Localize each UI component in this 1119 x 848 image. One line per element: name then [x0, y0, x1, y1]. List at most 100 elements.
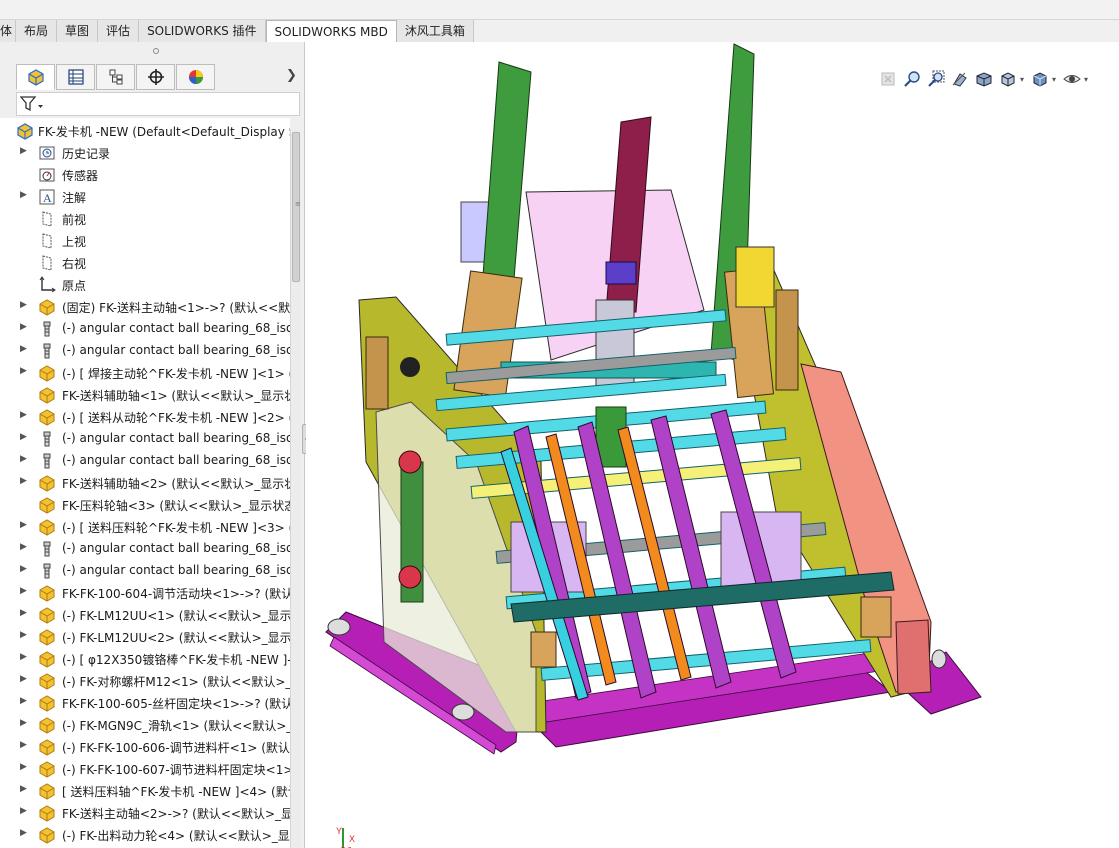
tree-item[interactable]: ▶ 历史记录: [0, 142, 290, 164]
expand-arrow-icon[interactable]: ▶: [20, 454, 28, 464]
expand-arrow-icon[interactable]: ▶: [20, 410, 28, 420]
tree-item[interactable]: ▶ (-) angular contact ball bearing_68_iso…: [0, 450, 290, 472]
tree-item[interactable]: ▶ (-) angular contact ball bearing_68_iso…: [0, 538, 290, 560]
expand-arrow-icon[interactable]: ▶: [20, 652, 28, 662]
dimxpertmanager-tab[interactable]: [136, 64, 175, 90]
propertymanager-tab[interactable]: [56, 64, 95, 90]
section-view-icon[interactable]: [948, 68, 972, 90]
tree-root[interactable]: FK-发卡机 -NEW (Default<Default_Display S: [0, 120, 290, 142]
expand-arrow-icon[interactable]: ▶: [20, 674, 28, 684]
tree-item[interactable]: 右视: [0, 252, 290, 274]
tree-item[interactable]: ▶ (-) FK-LM12UU<1> (默认<<默认>_显示: [0, 604, 290, 626]
tab-mufeng-toolbox[interactable]: 沐风工具箱: [396, 20, 474, 42]
origin-icon: [38, 276, 56, 294]
tree-item[interactable]: ▶ (固定) FK-送料主动轴<1>->? (默认<<默认: [0, 296, 290, 318]
tab-solidworks-addins[interactable]: SOLIDWORKS 插件: [139, 20, 266, 42]
tree-item[interactable]: ▶ (-) angular contact ball bearing_68_iso…: [0, 560, 290, 582]
tree-item[interactable]: ▶ A 注解: [0, 186, 290, 208]
expand-arrow-icon[interactable]: ▶: [20, 630, 28, 640]
chevron-down-icon[interactable]: ▾: [1084, 75, 1088, 84]
tree-filter-bar[interactable]: [16, 92, 300, 116]
expand-arrow-icon[interactable]: ▶: [20, 718, 28, 728]
expand-arrow-icon[interactable]: ▶: [20, 740, 28, 750]
tab-sketch[interactable]: 草图: [57, 20, 99, 42]
chevron-down-icon[interactable]: ▾: [1020, 75, 1024, 84]
tree-item[interactable]: ▶ (-) angular contact ball bearing_68_iso…: [0, 428, 290, 450]
tree-item[interactable]: ▶ (-) angular contact ball bearing_68_iso…: [0, 318, 290, 340]
tree-item-label: (-) angular contact ball bearing_68_iso<: [62, 453, 290, 467]
expand-arrow-icon[interactable]: ▶: [20, 542, 28, 552]
display-style-icon[interactable]: [1028, 68, 1052, 90]
expand-arrow-icon[interactable]: ▶: [20, 366, 28, 376]
tree-item[interactable]: ▶ FK-送料主动轴<2>->? (默认<<默认>_显示: [0, 802, 290, 824]
featuremanager-tab[interactable]: [16, 64, 55, 90]
tree-item[interactable]: ▶ (-) FK-对称螺杆M12<1> (默认<<默认>_显: [0, 670, 290, 692]
tree-item[interactable]: ▶ (-) FK-FK-100-607-调节进料杆固定块<1>-: [0, 758, 290, 780]
part-icon: [38, 782, 56, 800]
tree-item[interactable]: 传感器: [0, 164, 290, 186]
expand-arrow-icon[interactable]: ▶: [20, 586, 28, 596]
filter-icon[interactable]: [20, 96, 44, 112]
chevron-right-icon[interactable]: ❯: [286, 68, 297, 83]
expand-arrow-icon[interactable]: ▶: [20, 476, 28, 486]
expand-arrow-icon[interactable]: ▶: [20, 762, 28, 772]
tree-root-label: FK-发卡机 -NEW (Default<Default_Display S: [38, 125, 290, 139]
tree-item-label: (-) FK-FK-100-607-调节进料杆固定块<1>-: [62, 763, 290, 777]
tree-item[interactable]: ▶ FK-送料辅助轴<2> (默认<<默认>_显示状: [0, 472, 290, 494]
expand-arrow-icon[interactable]: ▶: [20, 828, 28, 838]
tree-item[interactable]: FK-压料轮轴<3> (默认<<默认>_显示状态: [0, 494, 290, 516]
tree-item[interactable]: ▶ FK-FK-100-605-丝杆固定块<1>->? (默认: [0, 692, 290, 714]
tree-item[interactable]: ▶ (-) [ 送料压料轮^FK-发卡机 -NEW ]<3> (: [0, 516, 290, 538]
panel-grip-handle[interactable]: [153, 48, 159, 54]
tab-solidworks-mbd[interactable]: SOLIDWORKS MBD: [265, 20, 397, 42]
expand-arrow-icon[interactable]: ▶: [20, 564, 28, 574]
dynamic-annotation-icon[interactable]: [972, 68, 996, 90]
tree-item[interactable]: 前视: [0, 208, 290, 230]
tab-evaluate[interactable]: 评估: [98, 20, 140, 42]
displaymanager-tab[interactable]: [176, 64, 215, 90]
expand-arrow-icon[interactable]: ▶: [20, 696, 28, 706]
hide-show-items-icon[interactable]: [1060, 68, 1084, 90]
part-icon: [38, 474, 56, 492]
plane-icon: [38, 232, 56, 250]
tree-item[interactable]: FK-送料辅助轴<1> (默认<<默认>_显示状: [0, 384, 290, 406]
card-dispenser-3d-model[interactable]: [306, 42, 1119, 848]
expand-arrow-icon[interactable]: ▶: [20, 322, 28, 332]
annotation-icon: A: [38, 188, 56, 206]
expand-arrow-icon[interactable]: ▶: [20, 806, 28, 816]
tree-item[interactable]: ▶ [ 送料压料轴^FK-发卡机 -NEW ]<4> (默认: [0, 780, 290, 802]
tree-item[interactable]: ▶ (-) FK-出料动力轮<4> (默认<<默认>_显示: [0, 824, 290, 846]
tree-item[interactable]: ▶ (-) FK-LM12UU<2> (默认<<默认>_显示: [0, 626, 290, 648]
expand-arrow-icon[interactable]: ▶: [20, 784, 28, 794]
expand-arrow-icon[interactable]: ▶: [20, 344, 28, 354]
tree-item[interactable]: ▶ (-) [ 送料从动轮^FK-发卡机 -NEW ]<2> (: [0, 406, 290, 428]
tree-item[interactable]: ▶ (-) FK-FK-100-606-调节进料杆<1> (默认: [0, 736, 290, 758]
configurationmanager-tab[interactable]: [96, 64, 135, 90]
tab-body[interactable]: 体: [0, 20, 17, 42]
expand-arrow-icon[interactable]: ▶: [20, 432, 28, 442]
expand-arrow-icon[interactable]: ▶: [20, 520, 28, 530]
part-icon: [38, 496, 56, 514]
view-orientation-icon[interactable]: [996, 68, 1020, 90]
tree-item[interactable]: ▶ FK-FK-100-604-调节活动块<1>->? (默认: [0, 582, 290, 604]
expand-arrow-icon[interactable]: ▶: [20, 300, 28, 310]
tree-scrollbar[interactable]: ≡: [290, 130, 301, 848]
tree-item[interactable]: ▶ (-) angular contact ball bearing_68_iso…: [0, 340, 290, 362]
scrollbar-thumb[interactable]: ≡: [292, 132, 301, 282]
tree-item[interactable]: 上视: [0, 230, 290, 252]
expand-arrow-icon[interactable]: ▶: [20, 190, 28, 200]
tree-item-label: [ 送料压料轴^FK-发卡机 -NEW ]<4> (默认: [62, 785, 290, 799]
expand-arrow-icon[interactable]: ▶: [20, 608, 28, 618]
previous-view-icon[interactable]: [876, 68, 900, 90]
expand-arrow-icon[interactable]: ▶: [20, 146, 28, 156]
chevron-down-icon[interactable]: ▾: [1052, 75, 1056, 84]
tree-item[interactable]: ▶ (-) [ φ12X350镀铬棒^FK-发卡机 -NEW ]-: [0, 648, 290, 670]
zoom-to-area-icon[interactable]: [924, 68, 948, 90]
tree-item[interactable]: ▶ (-) FK-MGN9C_滑轨<1> (默认<<默认>_显: [0, 714, 290, 736]
tree-item[interactable]: ▶ (-) [ 焊接主动轮^FK-发卡机 -NEW ]<1> (: [0, 362, 290, 384]
tree-item[interactable]: 原点: [0, 274, 290, 296]
part-icon: [38, 584, 56, 602]
tab-layout[interactable]: 布局: [16, 20, 58, 42]
zoom-to-fit-icon[interactable]: [900, 68, 924, 90]
graphics-area[interactable]: ▾ ▾ ▾ Y Z X: [306, 42, 1119, 848]
